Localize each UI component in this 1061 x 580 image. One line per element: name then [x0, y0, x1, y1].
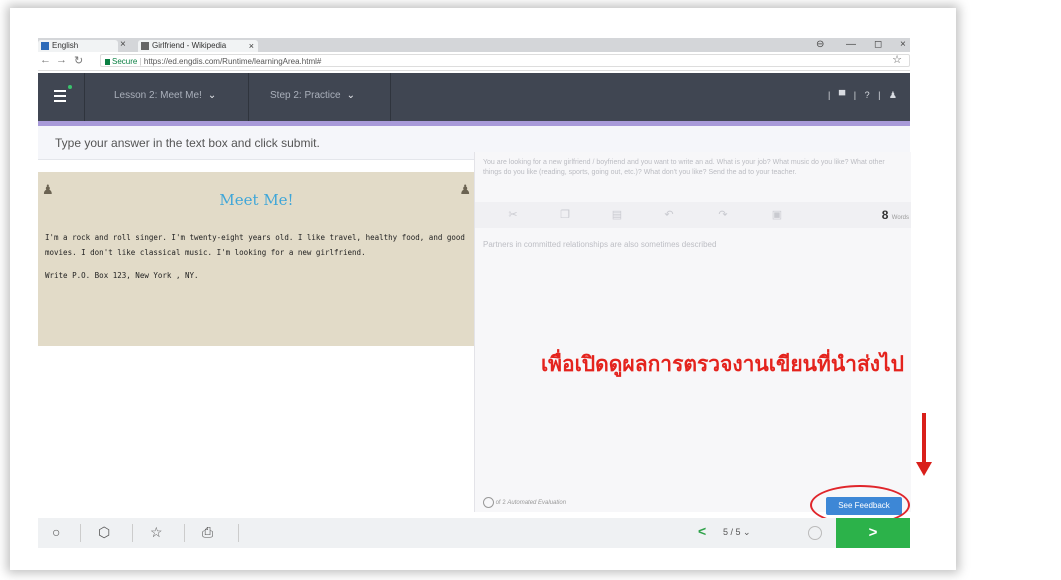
tab-label: Girlfriend - Wikipedia	[152, 41, 227, 50]
reading-card: ♟ ♟ Meet Me! I'm a rock and roll singer.…	[38, 172, 475, 346]
paste-icon[interactable]: ▤	[609, 207, 625, 223]
redo-icon[interactable]: ↷	[715, 207, 731, 223]
step-dropdown[interactable]: Step 2: Practice ⌄	[270, 90, 355, 101]
star-icon[interactable]: ☆	[150, 524, 163, 541]
divider	[248, 73, 249, 121]
minimize-icon[interactable]: —	[846, 39, 856, 50]
divider	[184, 524, 185, 542]
word-count-value: 8	[881, 208, 889, 222]
answer-textbox[interactable]: Partners in committed relationships are …	[483, 240, 716, 249]
secure-label: Secure	[112, 57, 138, 66]
close-tab-icon[interactable]: ×	[120, 39, 126, 50]
wikipedia-favicon-icon	[141, 42, 149, 50]
editor-toolbar: ✂ ❐ ▤ ↶ ↷ ▣ 8 Words	[475, 202, 911, 228]
comment-icon[interactable]: ⬡	[98, 524, 110, 541]
close-tab-icon[interactable]: ×	[249, 40, 254, 52]
step-label: Step 2: Practice	[270, 90, 341, 101]
divider	[132, 524, 133, 542]
reload-icon[interactable]: ↻	[74, 54, 83, 67]
restore-icon[interactable]: ◻	[874, 39, 882, 50]
evaluation-count: of 2	[495, 500, 506, 507]
search-icon[interactable]: ○	[52, 524, 60, 540]
notification-dot	[68, 85, 72, 89]
next-button[interactable]: >	[836, 518, 910, 548]
cut-icon[interactable]: ✂	[505, 207, 521, 223]
hamburger-menu-icon[interactable]	[54, 90, 66, 105]
divider	[84, 73, 85, 121]
chevron-down-icon: ⌄	[743, 527, 751, 537]
copy-icon[interactable]: ❐	[557, 207, 573, 223]
loading-icon	[808, 526, 822, 540]
save-icon[interactable]: ▣	[769, 207, 785, 223]
card-title: Meet Me!	[219, 191, 294, 209]
word-count-label: Words	[891, 215, 909, 221]
writing-question: You are looking for a new girlfriend / b…	[483, 159, 885, 176]
user-icon[interactable]: ⊖	[816, 39, 824, 50]
divider	[80, 524, 81, 542]
back-arrow-icon[interactable]: ←	[40, 54, 51, 66]
forward-arrow-icon[interactable]: →	[56, 54, 67, 66]
word-count: 8 Words	[882, 208, 909, 222]
annotation-arrowhead-icon	[916, 462, 932, 476]
evaluation-icon	[483, 497, 494, 508]
divider	[390, 73, 391, 121]
bottom-toolbar: ○ ⬡ ☆ ⎙ < 5 / 5 ⌄ >	[38, 518, 910, 548]
app-header: Lesson 2: Meet Me! ⌄ Step 2: Practice ⌄ | …	[38, 73, 910, 121]
previous-button[interactable]: <	[698, 523, 706, 539]
lock-icon	[105, 58, 110, 65]
annotation-arrow-icon	[922, 413, 926, 465]
browser-tab-english-discoveries[interactable]: English Discoveries	[38, 40, 118, 62]
bookmark-star-icon[interactable]: ☆	[892, 53, 902, 66]
lesson-label: Lesson 2: Meet Me!	[114, 90, 202, 101]
automated-evaluation: of 2 Automated Evaluation	[483, 497, 566, 508]
writing-panel: You are looking for a new girlfriend / b…	[474, 152, 911, 512]
card-paragraph: Write P.O. Box 123, New York , NY.	[45, 271, 199, 280]
card-paragraph: I'm a rock and roll singer. I'm twenty-e…	[45, 233, 465, 257]
card-body: I'm a rock and roll singer. I'm twenty-e…	[45, 230, 465, 291]
header-icons[interactable]: | ▀ | ? | ♟	[828, 90, 900, 101]
chevron-down-icon: ⌄	[346, 90, 355, 101]
address-bar-row: ← → ↻ Secure | https://ed.engdis.com/Run…	[38, 52, 910, 71]
print-icon[interactable]: ⎙	[202, 524, 213, 541]
divider	[238, 524, 239, 542]
evaluation-label: Automated Evaluation	[507, 500, 567, 507]
annotation-text: เพื่อเปิดดูผลการตรวจงานเขียนที่นำส่งไป	[541, 352, 904, 376]
favicon-icon	[41, 42, 49, 50]
lesson-dropdown[interactable]: Lesson 2: Meet Me! ⌄	[114, 90, 216, 101]
close-window-icon[interactable]: ×	[900, 39, 906, 50]
chevron-down-icon: ⌄	[207, 90, 217, 101]
browser-tab-girlfriend-wikipedia[interactable]: Girlfriend - Wikipedia ×	[138, 40, 258, 52]
browser-tab-strip: English Discoveries × Girlfriend - Wikip…	[38, 38, 910, 62]
page-selector[interactable]: 5 / 5 ⌄	[723, 527, 751, 538]
url-input[interactable]: Secure | https://ed.engdis.com/Runtime/l…	[100, 54, 910, 67]
page-number: 5 / 5	[723, 527, 741, 537]
url-text: https://ed.engdis.com/Runtime/learningAr…	[143, 57, 322, 66]
undo-icon[interactable]: ↶	[661, 207, 677, 223]
